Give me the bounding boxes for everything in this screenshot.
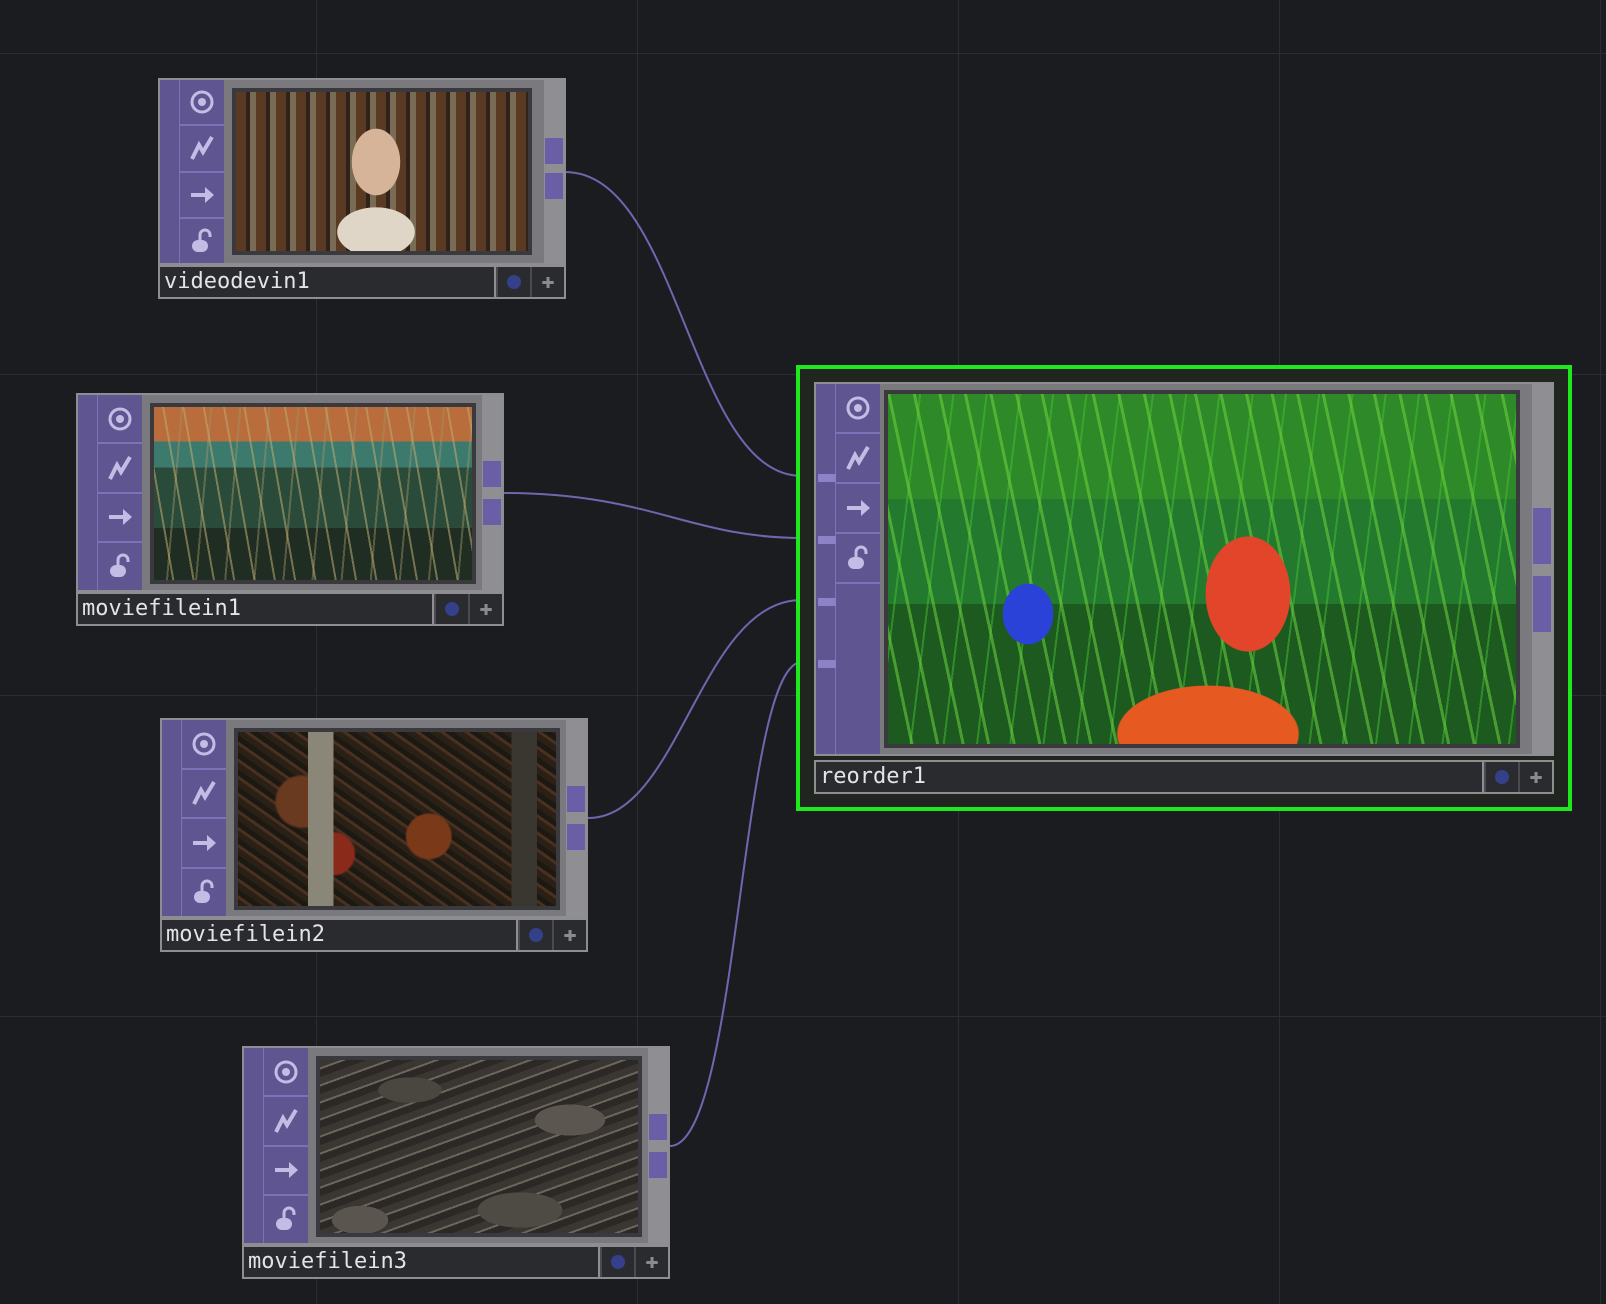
lock-icon[interactable] (836, 534, 880, 584)
output-strip (544, 80, 564, 263)
input-strip (244, 1048, 264, 1243)
output-connector-2[interactable] (483, 499, 501, 525)
viewer-icon[interactable] (836, 384, 880, 434)
input-strip (816, 384, 836, 754)
viewer-toggle-icon[interactable] (496, 267, 530, 297)
viewer-toggle-icon[interactable] (434, 594, 468, 624)
input-strip (162, 720, 182, 916)
forest-image (234, 728, 560, 910)
wire-moviefilein2[interactable] (587, 599, 803, 819)
output-connector-2[interactable] (567, 824, 585, 850)
input-connector-3[interactable] (818, 598, 836, 606)
output-connector-1[interactable] (649, 1114, 667, 1140)
output-connector-1[interactable] (483, 461, 501, 487)
output-connector-2[interactable] (649, 1152, 667, 1178)
flag-column (264, 1048, 308, 1243)
output-strip (566, 720, 586, 916)
grass-image (150, 403, 476, 584)
display-icon[interactable] (182, 819, 226, 869)
lock-icon[interactable] (264, 1196, 308, 1243)
lock-icon[interactable] (180, 219, 224, 263)
display-icon[interactable] (180, 173, 224, 219)
output-connector-2[interactable] (1533, 576, 1551, 632)
viewer-toggle-icon[interactable] (518, 920, 552, 950)
lock-icon[interactable] (98, 543, 142, 590)
viewer-toggle-icon[interactable] (600, 1247, 634, 1277)
bypass-icon[interactable] (180, 126, 224, 173)
node-body (814, 382, 1554, 756)
name-bar: moviefilein1 ✚ (76, 592, 504, 626)
output-connector-2[interactable] (545, 173, 563, 199)
display-icon[interactable] (98, 494, 142, 543)
node-moviefilein3[interactable]: moviefilein3 ✚ (242, 1046, 670, 1282)
output-strip (1532, 384, 1552, 754)
viewer-toggle-icon[interactable] (1484, 762, 1518, 792)
output-connector-1[interactable] (1533, 508, 1551, 564)
node-body (158, 78, 566, 265)
name-bar: moviefilein2 ✚ (160, 918, 588, 952)
output-connector-1[interactable] (545, 138, 563, 164)
rocks-image (316, 1056, 642, 1237)
input-connector-1[interactable] (818, 474, 836, 482)
node-body (242, 1046, 670, 1245)
webcam-image (232, 88, 532, 255)
input-connector-4[interactable] (818, 660, 836, 668)
bypass-icon[interactable] (264, 1097, 308, 1147)
node-moviefilein1[interactable]: moviefilein1 ✚ (76, 393, 504, 629)
node-name[interactable]: moviefilein3 (244, 1247, 600, 1277)
lock-icon[interactable] (182, 869, 226, 917)
input-strip (160, 80, 180, 263)
name-bar: moviefilein3 ✚ (242, 1245, 670, 1279)
viewer-icon[interactable] (264, 1048, 308, 1098)
wire-videodevin1[interactable] (564, 171, 803, 477)
output-connector-1[interactable] (567, 786, 585, 812)
bypass-icon[interactable] (182, 770, 226, 819)
name-bar: reorder1 ✚ (814, 760, 1554, 794)
wire-moviefilein1[interactable] (503, 492, 803, 539)
plus-icon[interactable]: ✚ (530, 267, 564, 297)
plus-icon[interactable]: ✚ (468, 594, 502, 624)
node-reorder1[interactable]: reorder1 ✚ (814, 382, 1554, 794)
viewer-icon[interactable] (98, 395, 142, 445)
display-icon[interactable] (264, 1147, 308, 1196)
flag-column (180, 80, 224, 263)
input-connector-2[interactable] (818, 536, 836, 544)
input-strip (78, 395, 98, 590)
flag-column (98, 395, 142, 590)
plus-icon[interactable]: ✚ (634, 1247, 668, 1277)
node-name[interactable]: moviefilein2 (162, 920, 518, 950)
output-strip (482, 395, 502, 590)
wire-moviefilein3[interactable] (669, 661, 803, 1147)
node-name[interactable]: reorder1 (816, 762, 1484, 792)
flag-column (182, 720, 226, 916)
node-body (160, 718, 588, 918)
node-videodevin1[interactable]: videodevin1 ✚ (158, 78, 566, 302)
viewer-icon[interactable] (180, 80, 224, 127)
bypass-icon[interactable] (98, 444, 142, 494)
viewer-icon[interactable] (182, 720, 226, 770)
plus-icon[interactable]: ✚ (552, 920, 586, 950)
node-name[interactable]: moviefilein1 (78, 594, 434, 624)
flag-column (836, 384, 880, 584)
composite-image (884, 390, 1520, 748)
plus-icon[interactable]: ✚ (1518, 762, 1552, 792)
display-icon[interactable] (836, 484, 880, 534)
flag-column-filler (836, 584, 880, 754)
bypass-icon[interactable] (836, 434, 880, 484)
node-body (76, 393, 504, 592)
node-name[interactable]: videodevin1 (160, 267, 496, 297)
output-strip (648, 1048, 668, 1243)
name-bar: videodevin1 ✚ (158, 265, 566, 299)
node-moviefilein2[interactable]: moviefilein2 ✚ (160, 718, 588, 955)
